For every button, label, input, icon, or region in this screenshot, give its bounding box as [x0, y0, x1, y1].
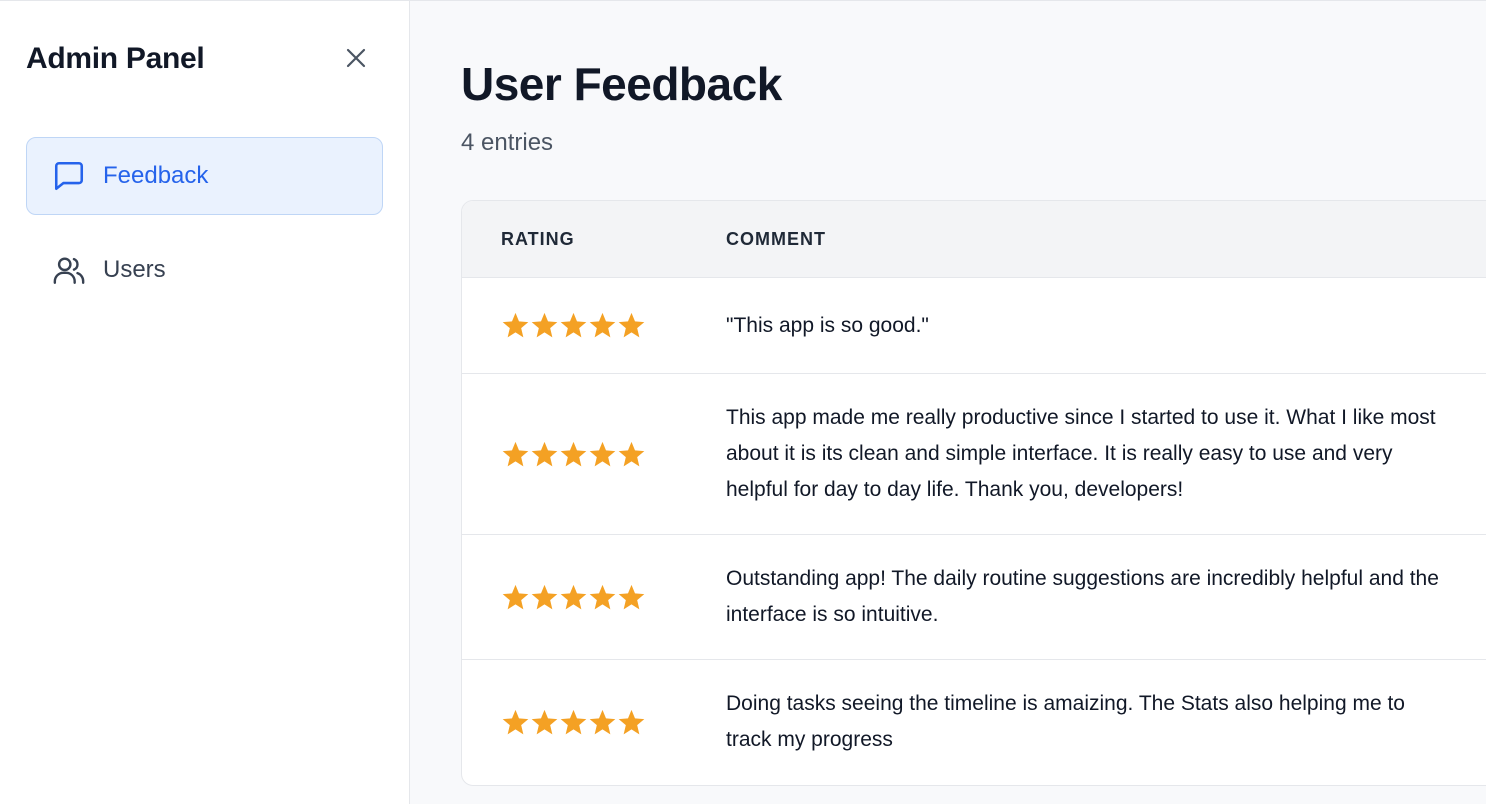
table-header: RATING COMMENT: [462, 201, 1486, 278]
page-title: User Feedback: [461, 58, 782, 110]
star-icon: [618, 312, 645, 338]
star-icon: [531, 584, 558, 609]
comment-text: This app made me really productive since…: [726, 406, 1436, 501]
star-icon: [589, 584, 616, 609]
star-icon: [618, 584, 645, 609]
star-icon: [560, 709, 587, 734]
sidebar-item-users[interactable]: Users: [26, 230, 383, 310]
star-rating: [462, 440, 726, 469]
column-header-comment: COMMENT: [726, 228, 826, 249]
star-icon: [589, 709, 616, 734]
main-content: User Feedback 4 entries RATING COMMENT "…: [410, 1, 1486, 804]
star-icon: [589, 441, 616, 466]
star-rating: [462, 708, 726, 737]
star-icon: [560, 312, 587, 338]
close-sidebar-button[interactable]: [341, 43, 371, 73]
table-row: This app made me really productive since…: [462, 374, 1486, 535]
sidebar-item-feedback[interactable]: Feedback: [26, 137, 383, 215]
star-icon: [618, 709, 645, 734]
comment-text: Doing tasks seeing the timeline is amaiz…: [726, 692, 1405, 751]
table-row: "This app is so good.": [462, 278, 1486, 374]
sidebar-header: Admin Panel: [26, 39, 371, 83]
star-icon: [502, 584, 529, 609]
message-square-icon: [51, 158, 87, 194]
feedback-table: RATING COMMENT "This app is so good." Th…: [461, 200, 1486, 786]
star-icon: [531, 312, 558, 338]
star-icon: [560, 584, 587, 609]
star-icon: [531, 709, 558, 734]
star-rating: [462, 583, 726, 612]
table-row: Outstanding app! The daily routine sugge…: [462, 535, 1486, 660]
star-icon: [502, 441, 529, 466]
star-icon: [502, 709, 529, 734]
star-icon: [560, 441, 587, 466]
table-row: Doing tasks seeing the timeline is amaiz…: [462, 660, 1486, 784]
sidebar: Admin Panel Feedback Users: [0, 1, 410, 804]
column-header-rating: RATING: [501, 228, 575, 249]
star-rating: [462, 311, 726, 340]
star-icon: [502, 312, 529, 338]
sidebar-item-label: Feedback: [103, 162, 209, 189]
users-icon: [51, 252, 87, 288]
sidebar-title: Admin Panel: [26, 42, 205, 75]
star-icon: [531, 441, 558, 466]
comment-text: "This app is so good.": [726, 313, 929, 337]
star-icon: [589, 312, 616, 338]
comment-text: Outstanding app! The daily routine sugge…: [726, 567, 1439, 626]
close-icon: [346, 48, 366, 68]
star-icon: [618, 441, 645, 466]
app: Admin Panel Feedback Users User Feedback…: [0, 0, 1486, 804]
entries-count: 4 entries: [461, 129, 554, 156]
sidebar-item-label: Users: [103, 256, 166, 283]
